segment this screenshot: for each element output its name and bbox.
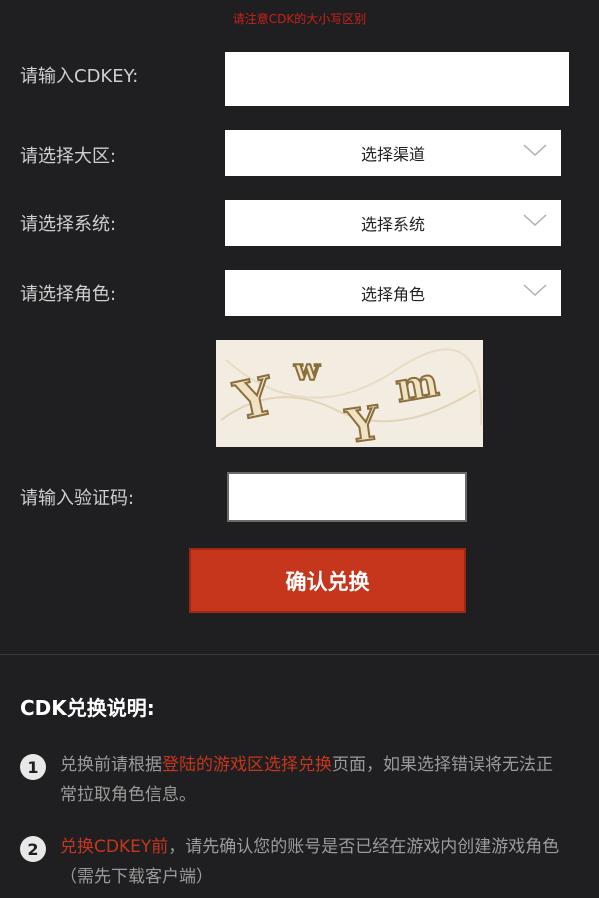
- role-label: 请选择角色:: [20, 284, 117, 305]
- captcha-graphic: Y w Y m: [216, 340, 483, 447]
- captcha-image[interactable]: Y w Y m: [216, 340, 483, 447]
- chevron-down-icon: [523, 144, 547, 157]
- info-item-1: 兑换前请根据登陆的游戏区选择兑换页面，如果选择错误将无法正常拉取角色信息。: [60, 750, 560, 810]
- info-item-1-highlight: 登陆的游戏区选择兑换: [162, 755, 332, 775]
- info-item-1-text: 兑换前请根据: [60, 755, 162, 775]
- role-select-value: 选择角色: [360, 285, 425, 304]
- chevron-down-icon: [523, 214, 547, 227]
- system-select[interactable]: 选择系统: [225, 200, 561, 246]
- case-sensitivity-notice: 请注意CDK的大小写区别: [232, 12, 367, 26]
- step-number-badge: 2: [20, 836, 46, 862]
- cdkey-input[interactable]: [225, 52, 569, 106]
- verify-code-label: 请输入验证码:: [20, 488, 135, 509]
- svg-text:m: m: [392, 358, 442, 412]
- verify-code-input[interactable]: [227, 472, 467, 522]
- system-select-value: 选择系统: [360, 215, 425, 234]
- cdkey-label: 请输入CDKEY:: [20, 66, 139, 87]
- region-select-value: 选择渠道: [360, 145, 425, 164]
- chevron-down-icon: [523, 284, 547, 297]
- system-label: 请选择系统:: [20, 214, 117, 235]
- region-select[interactable]: 选择渠道: [225, 130, 561, 176]
- section-divider: [0, 654, 599, 655]
- role-select[interactable]: 选择角色: [225, 270, 561, 316]
- step-number-badge: 1: [20, 754, 46, 780]
- info-item-2-highlight: 兑换CDKEY前: [60, 837, 169, 857]
- confirm-exchange-button[interactable]: 确认兑换: [189, 548, 466, 613]
- svg-text:w: w: [293, 353, 321, 388]
- info-section-title: CDK兑换说明:: [20, 696, 155, 720]
- info-item-2: 兑换CDKEY前，请先确认您的账号是否已经在游戏内创建游戏角色（需先下载客户端）: [60, 832, 560, 892]
- region-label: 请选择大区:: [20, 146, 117, 167]
